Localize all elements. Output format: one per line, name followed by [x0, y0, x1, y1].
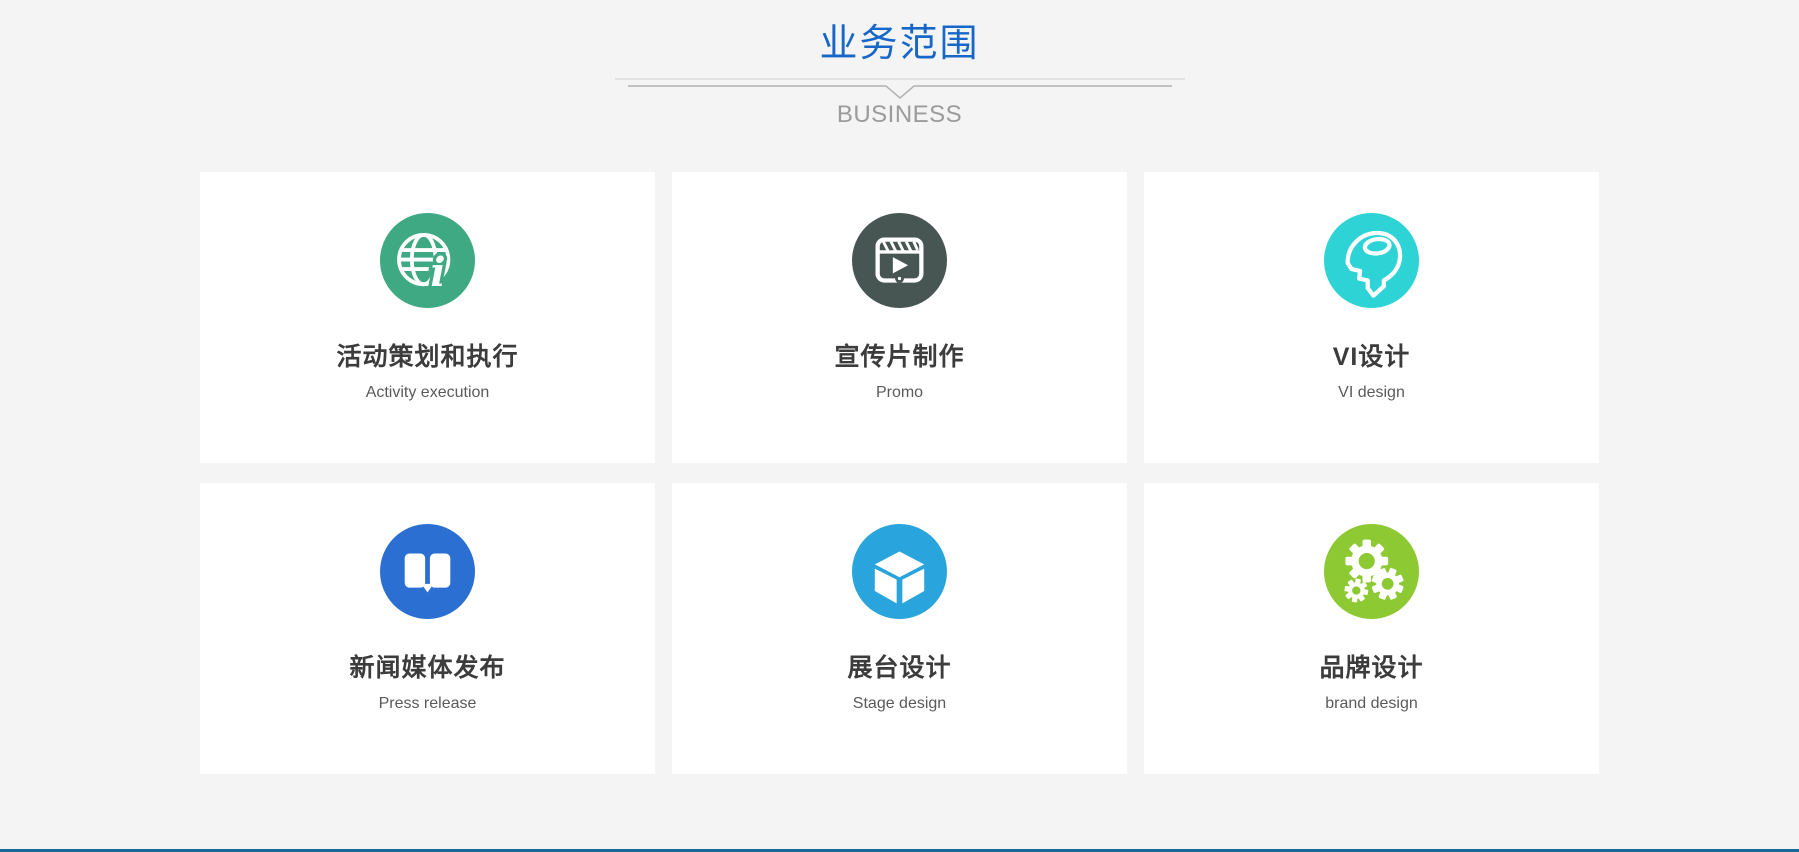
gears-icon-graphic [1324, 524, 1419, 619]
section-title: 业务范围 [0, 24, 1799, 66]
divider-chevron-graphic [615, 78, 1185, 100]
section-subtitle: BUSINESS [0, 102, 1799, 128]
service-subtitle: Promo [672, 384, 1127, 402]
svg-text:i: i [430, 250, 445, 296]
open-book-icon [380, 524, 475, 619]
service-subtitle: Activity execution [200, 384, 655, 402]
globe-info-icon: i [380, 213, 475, 308]
service-title: 新闻媒体发布 [200, 653, 655, 683]
title-divider [0, 78, 1799, 100]
service-subtitle: VI design [1144, 384, 1599, 402]
service-card-promo[interactable]: 宣传片制作 Promo [672, 172, 1127, 463]
head-brain-icon [1324, 213, 1419, 308]
service-title: 品牌设计 [1144, 653, 1599, 683]
head-brain-icon-graphic [1324, 213, 1419, 308]
service-card-activity-execution[interactable]: i 活动策划和执行 Activity execution [200, 172, 655, 463]
business-section: 业务范围 BUSINESS i [0, 0, 1799, 774]
service-title: VI设计 [1144, 342, 1599, 372]
services-grid: i 活动策划和执行 Activity execution [200, 172, 1599, 774]
cube-icon [852, 524, 947, 619]
service-title: 展台设计 [672, 653, 1127, 683]
gears-icon [1324, 524, 1419, 619]
open-book-icon-graphic [380, 524, 475, 619]
service-subtitle: Stage design [672, 695, 1127, 713]
service-title: 活动策划和执行 [200, 342, 655, 372]
service-subtitle: brand design [1144, 695, 1599, 713]
cube-icon-graphic [852, 524, 947, 619]
clapperboard-icon [852, 213, 947, 308]
service-card-brand-design[interactable]: 品牌设计 brand design [1144, 483, 1599, 774]
clapperboard-icon-graphic [852, 213, 947, 308]
globe-info-icon-graphic: i [380, 213, 475, 308]
service-subtitle: Press release [200, 695, 655, 713]
service-card-vi-design[interactable]: VI设计 VI design [1144, 172, 1599, 463]
service-title: 宣传片制作 [672, 342, 1127, 372]
service-card-press-release[interactable]: 新闻媒体发布 Press release [200, 483, 655, 774]
service-card-stage-design[interactable]: 展台设计 Stage design [672, 483, 1127, 774]
